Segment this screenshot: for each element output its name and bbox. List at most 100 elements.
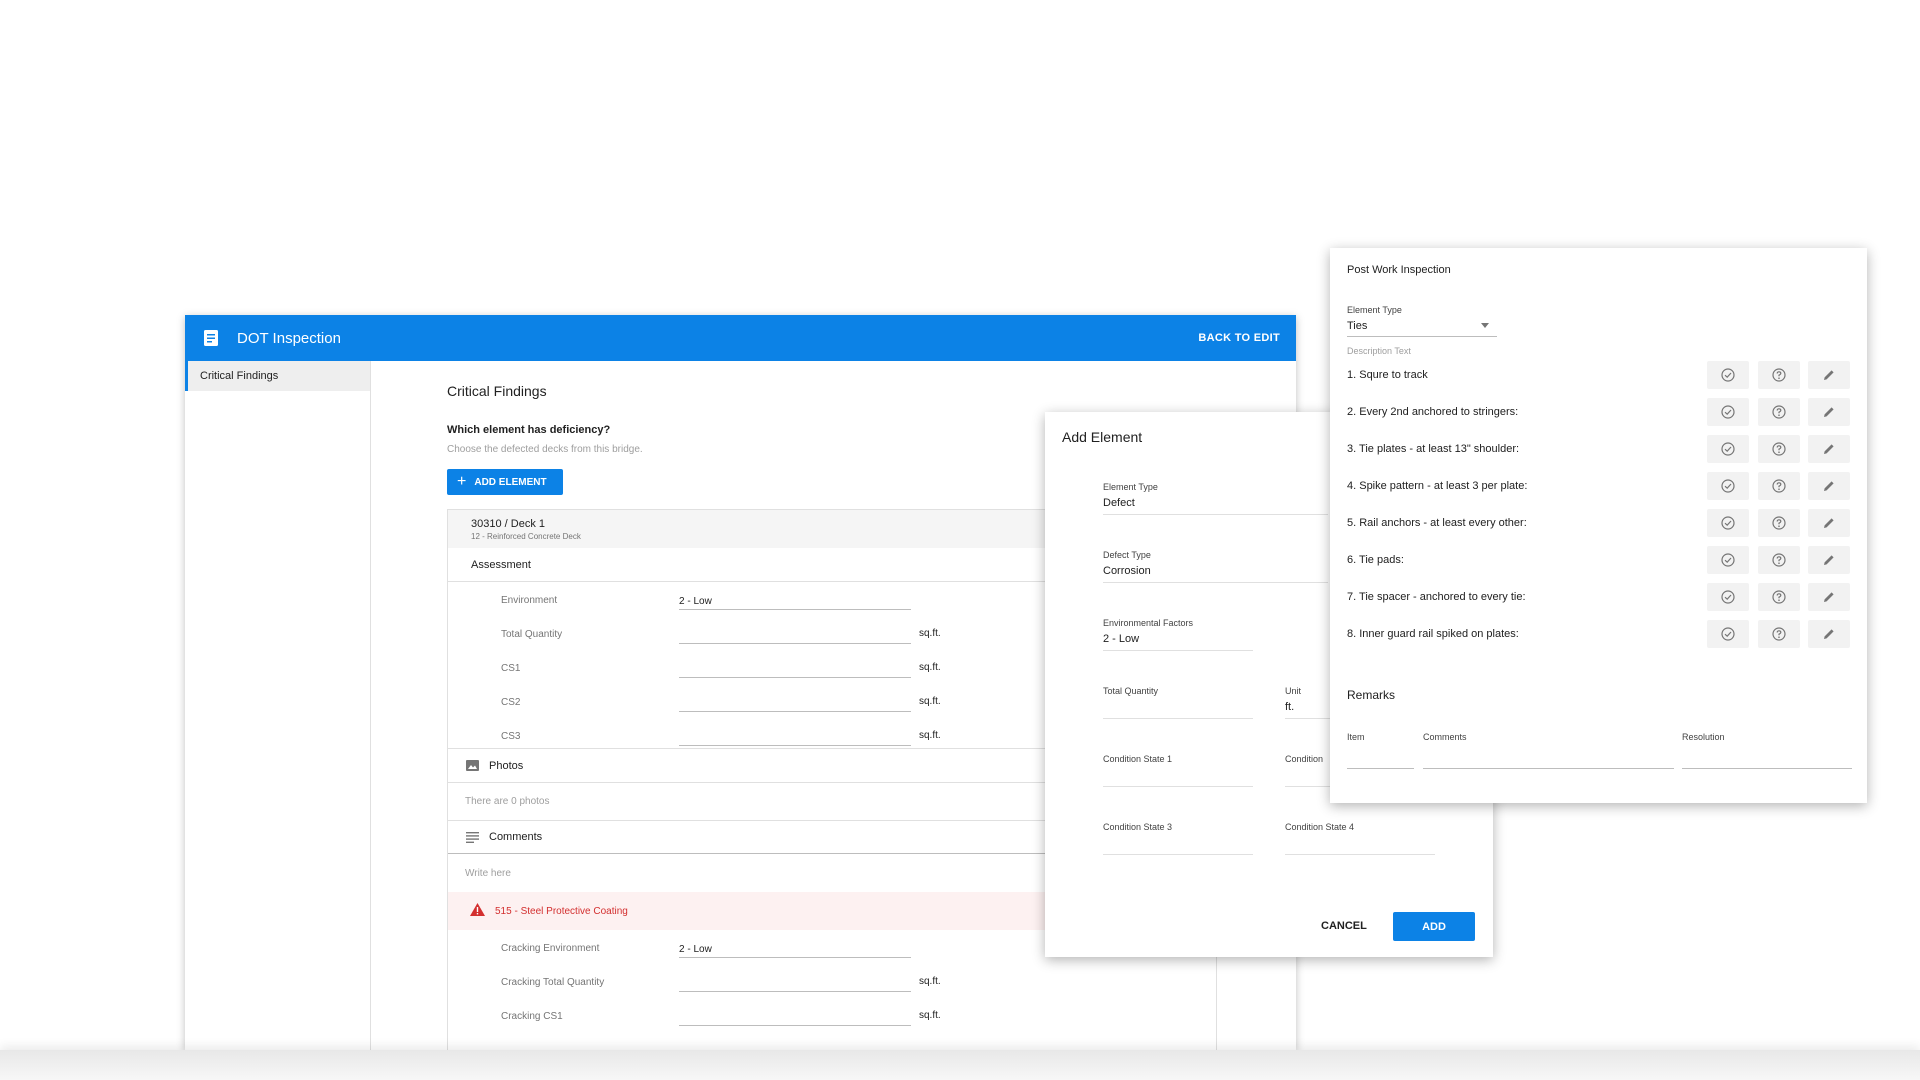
field-label: Defect Type — [1103, 550, 1151, 560]
checklist-item: 1. Squre to track — [1347, 360, 1852, 390]
help-circle-icon — [1772, 590, 1786, 604]
cs2-field[interactable] — [679, 690, 911, 712]
row-label: Total Quantity — [501, 629, 563, 640]
checklist-item: 4. Spike pattern - at least 3 per plate: — [1347, 471, 1852, 501]
cracking-environment-field[interactable]: 2 - Low — [679, 936, 911, 958]
pencil-icon — [1822, 553, 1836, 567]
cracking-cs1-field[interactable] — [679, 1004, 911, 1026]
approve-button[interactable] — [1707, 509, 1749, 537]
field-value — [1103, 769, 1253, 787]
approve-button[interactable] — [1707, 435, 1749, 463]
help-button[interactable] — [1758, 509, 1800, 537]
help-button[interactable] — [1758, 361, 1800, 389]
checklist-item-text: 5. Rail anchors - at least every other: — [1347, 517, 1527, 529]
remarks-comments-input[interactable] — [1423, 768, 1674, 769]
row-label: CS3 — [501, 731, 521, 742]
warning-label: 515 - Steel Protective Coating — [495, 905, 628, 917]
environment-field[interactable]: 2 - Low — [679, 588, 911, 610]
help-button[interactable] — [1758, 620, 1800, 648]
edit-button[interactable] — [1808, 435, 1850, 463]
condition-state-1-field[interactable]: Condition State 1 — [1103, 754, 1253, 787]
add-button[interactable]: ADD — [1393, 912, 1475, 941]
remarks-resolution-input[interactable] — [1682, 768, 1852, 769]
total-quantity-field[interactable]: Total Quantity — [1103, 686, 1253, 719]
edit-button[interactable] — [1808, 472, 1850, 500]
help-circle-icon — [1772, 479, 1786, 493]
field-label: Condition State 1 — [1103, 754, 1173, 764]
help-button[interactable] — [1758, 435, 1800, 463]
edit-button[interactable] — [1808, 361, 1850, 389]
app-title: DOT Inspection — [237, 329, 341, 347]
help-button[interactable] — [1758, 583, 1800, 611]
approve-button[interactable] — [1707, 620, 1749, 648]
sidebar-item-critical-findings[interactable]: Critical Findings — [185, 361, 370, 391]
check-circle-icon — [1721, 516, 1735, 530]
approve-button[interactable] — [1707, 472, 1749, 500]
field-label: Total Quantity — [1103, 686, 1159, 696]
checklist-item: 3. Tie plates - at least 13" shoulder: — [1347, 434, 1852, 464]
row-label: CS1 — [501, 663, 521, 674]
edit-button[interactable] — [1808, 546, 1850, 574]
edit-button[interactable] — [1808, 583, 1850, 611]
unit-label: sq.ft. — [919, 696, 941, 707]
checklist-item: 5. Rail anchors - at least every other: — [1347, 508, 1852, 538]
unit-label: sq.ft. — [919, 976, 941, 987]
post-work-inspection-panel: Post Work Inspection Element Type Ties D… — [1330, 248, 1867, 803]
cs1-field[interactable] — [679, 656, 911, 678]
cs3-field[interactable] — [679, 724, 911, 746]
field-value — [1103, 837, 1253, 855]
field-value — [1285, 837, 1435, 855]
plus-icon: + — [457, 473, 467, 490]
checklist-item-text: 8. Inner guard rail spiked on plates: — [1347, 628, 1519, 640]
checklist-item: 2. Every 2nd anchored to stringers: — [1347, 397, 1852, 427]
help-circle-icon — [1772, 405, 1786, 419]
app-bar: DOT Inspection BACK TO EDIT — [185, 315, 1296, 361]
checklist-item: 6. Tie pads: — [1347, 545, 1852, 575]
help-circle-icon — [1772, 627, 1786, 641]
add-element-button[interactable]: + ADD ELEMENT — [447, 469, 563, 495]
approve-button[interactable] — [1707, 398, 1749, 426]
help-circle-icon — [1772, 553, 1786, 567]
checklist-item-text: 4. Spike pattern - at least 3 per plate: — [1347, 480, 1528, 492]
cancel-button[interactable]: CANCEL — [1321, 920, 1367, 932]
image-icon — [465, 759, 479, 773]
total-quantity-field[interactable] — [679, 622, 911, 644]
remarks-comments-header: Comments — [1423, 732, 1467, 742]
environmental-factors-field[interactable]: Environmental Factors 2 - Low — [1103, 618, 1253, 651]
field-label: Environmental Factors — [1103, 618, 1194, 628]
check-circle-icon — [1721, 442, 1735, 456]
edit-button[interactable] — [1808, 509, 1850, 537]
help-button[interactable] — [1758, 472, 1800, 500]
back-to-edit-button[interactable]: BACK TO EDIT — [1198, 332, 1280, 344]
checklist-item: 7. Tie spacer - anchored to every tie: — [1347, 582, 1852, 612]
condition-state-3-field[interactable]: Condition State 3 — [1103, 822, 1253, 855]
element-type-label: Element Type — [1347, 305, 1402, 315]
element-type-field[interactable]: Element Type Defect — [1103, 482, 1328, 515]
condition-state-4-field[interactable]: Condition State 4 — [1285, 822, 1435, 855]
defect-type-field[interactable]: Defect Type Corrosion — [1103, 550, 1328, 583]
sidebar: Critical Findings — [185, 361, 371, 1050]
check-circle-icon — [1721, 627, 1735, 641]
approve-button[interactable] — [1707, 583, 1749, 611]
dialog-title: Add Element — [1062, 429, 1143, 445]
row-label: Environment — [501, 595, 558, 606]
cracking-total-quantity-field[interactable] — [679, 970, 911, 992]
edit-button[interactable] — [1808, 398, 1850, 426]
help-button[interactable] — [1758, 546, 1800, 574]
row-label: Cracking CS1 — [501, 1011, 563, 1022]
checklist-item-text: 6. Tie pads: — [1347, 554, 1404, 566]
remarks-item-input[interactable] — [1347, 768, 1414, 769]
approve-button[interactable] — [1707, 361, 1749, 389]
approve-button[interactable] — [1707, 546, 1749, 574]
description-text-label: Description Text — [1347, 346, 1411, 356]
edit-button[interactable] — [1808, 620, 1850, 648]
help-button[interactable] — [1758, 398, 1800, 426]
check-circle-icon — [1721, 590, 1735, 604]
field-label: Condition State 4 — [1285, 822, 1355, 832]
element-type-select[interactable]: Ties — [1347, 317, 1497, 337]
pencil-icon — [1822, 479, 1836, 493]
row-label: Cracking Environment — [501, 943, 600, 954]
question-label: Which element has deficiency? — [447, 424, 611, 436]
checklist-item: 8. Inner guard rail spiked on plates: — [1347, 619, 1852, 649]
cracking-row: Cracking CS1 sq.ft. — [448, 998, 1216, 1032]
